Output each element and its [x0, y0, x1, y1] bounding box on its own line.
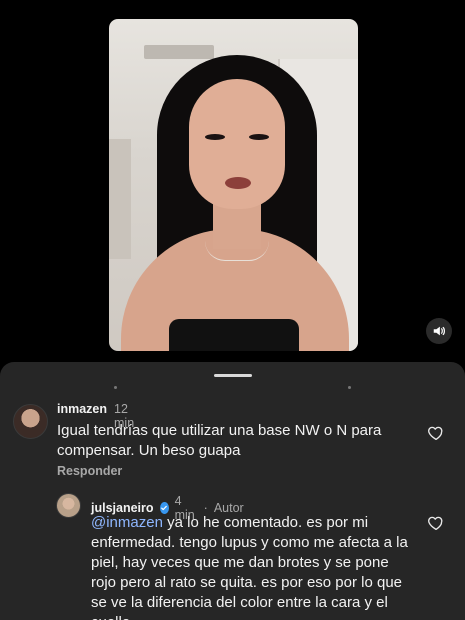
- comment-username[interactable]: inmazen: [57, 402, 107, 416]
- comments-sheet: inmazen 12 min Igual tendrías que utiliz…: [0, 362, 465, 620]
- ceiling-vent: [144, 45, 214, 59]
- necklace: [205, 241, 269, 261]
- sheet-drag-handle[interactable]: [214, 374, 252, 377]
- speaker-sound-icon: [433, 326, 445, 336]
- person-top: [169, 319, 299, 351]
- right-eye: [249, 134, 269, 140]
- video-area: [0, 0, 465, 362]
- left-eye: [205, 134, 225, 140]
- sound-toggle-button[interactable]: [426, 318, 452, 344]
- avatar[interactable]: [13, 404, 48, 439]
- heart-outline-icon[interactable]: [427, 514, 445, 532]
- mouth: [225, 177, 251, 189]
- heart-outline-icon[interactable]: [427, 424, 445, 442]
- reply-text: @inmazen ya lo he comentado. es por mi e…: [91, 513, 409, 620]
- comment-text: Igual tendrías que utilizar una base NW …: [57, 422, 382, 459]
- video-player[interactable]: [109, 19, 358, 351]
- mention-link[interactable]: @inmazen: [91, 514, 163, 531]
- person-face: [189, 79, 285, 209]
- separator-dot: [114, 386, 117, 389]
- shelf-background: [109, 139, 131, 259]
- reply-button[interactable]: Responder: [57, 464, 122, 478]
- separator-dot: [348, 386, 351, 389]
- avatar[interactable]: [56, 493, 81, 518]
